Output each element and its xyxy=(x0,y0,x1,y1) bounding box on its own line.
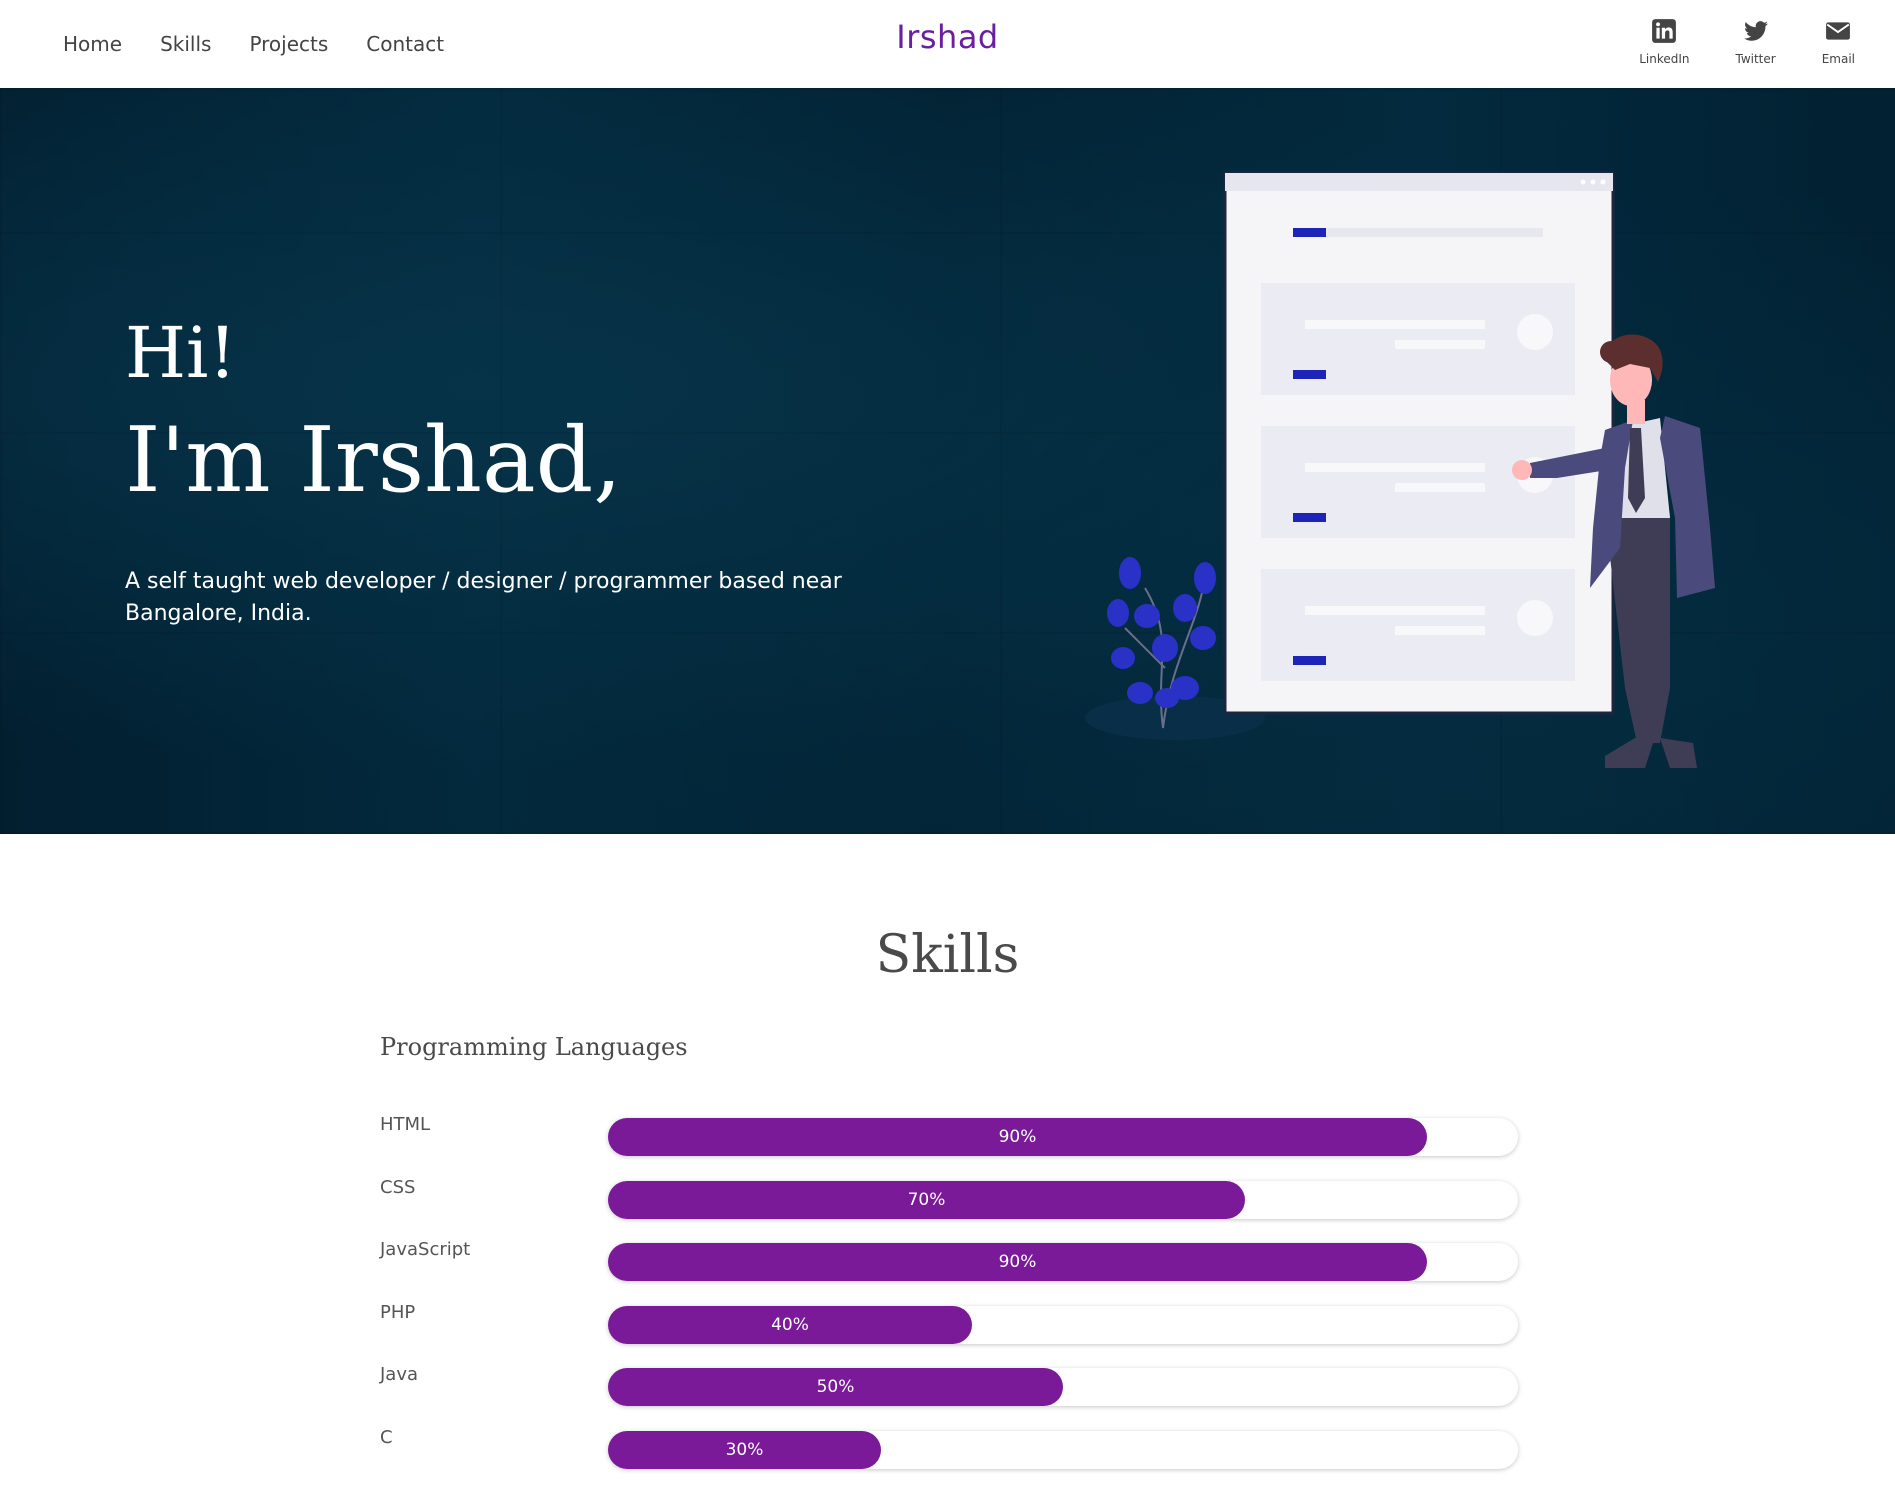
hero-name: I'm Irshad, xyxy=(125,408,622,513)
skill-name: Java xyxy=(380,1364,419,1385)
skill-progress-track: 30% xyxy=(608,1431,1518,1469)
skill-name: C xyxy=(380,1427,393,1448)
skill-progress-track: 70% xyxy=(608,1181,1518,1219)
skill-name: PHP xyxy=(380,1302,416,1323)
skill-row: C 30% xyxy=(380,1427,1520,1469)
skill-progress-fill: 90% xyxy=(608,1118,1427,1156)
skill-row: CSS 70% xyxy=(380,1177,1520,1219)
nav-link-home[interactable]: Home xyxy=(63,30,122,58)
skills-subtitle: Programming Languages xyxy=(380,1033,688,1061)
skill-name: JavaScript xyxy=(380,1239,471,1260)
skill-progress-track: 90% xyxy=(608,1118,1518,1156)
skill-row: JavaScript 90% xyxy=(380,1239,1520,1281)
linkedin-label: LinkedIn xyxy=(1639,52,1690,66)
twitter-label: Twitter xyxy=(1735,52,1776,66)
brand-logo[interactable]: Irshad xyxy=(896,18,998,56)
skill-row: PHP 40% xyxy=(380,1302,1520,1344)
skill-row: Java 50% xyxy=(380,1364,1520,1406)
skill-progress-fill: 50% xyxy=(608,1368,1063,1406)
twitter-icon xyxy=(1743,21,1768,41)
skill-progress-fill: 40% xyxy=(608,1306,972,1344)
presenter-illustration xyxy=(1085,171,1715,768)
email-icon xyxy=(1826,22,1851,40)
skill-progress-track: 50% xyxy=(608,1368,1518,1406)
nav-link-skills[interactable]: Skills xyxy=(160,30,211,58)
social-links: LinkedIn Twitter Email xyxy=(1639,18,1855,66)
hero-tagline: A self taught web developer / designer /… xyxy=(125,569,842,626)
email-link[interactable]: Email xyxy=(1822,18,1855,66)
skill-name: HTML xyxy=(380,1114,431,1135)
skills-title: Skills xyxy=(875,925,1020,985)
hero-greeting: Hi! xyxy=(125,312,237,394)
skill-progress-track: 40% xyxy=(608,1306,1518,1344)
skill-progress-fill: 70% xyxy=(608,1181,1245,1219)
hero-section: Hi! I'm Irshad, A self taught web develo… xyxy=(0,88,1895,834)
nav-links: Home Skills Projects Contact xyxy=(63,30,444,58)
nav-link-contact[interactable]: Contact xyxy=(366,30,444,58)
skill-row: HTML 90% xyxy=(380,1114,1520,1156)
skill-progress-fill: 30% xyxy=(608,1431,881,1469)
skill-name: CSS xyxy=(380,1177,416,1198)
linkedin-link[interactable]: LinkedIn xyxy=(1639,18,1689,66)
nav-link-projects[interactable]: Projects xyxy=(249,30,328,58)
skill-progress-track: 90% xyxy=(608,1243,1518,1281)
top-navbar: Home Skills Projects Contact Irshad Link… xyxy=(0,0,1895,88)
linkedin-icon xyxy=(1652,19,1677,43)
twitter-link[interactable]: Twitter xyxy=(1735,18,1776,66)
skill-progress-fill: 90% xyxy=(608,1243,1427,1281)
browser-board-illustration xyxy=(1223,171,1615,715)
email-label: Email xyxy=(1821,52,1855,66)
